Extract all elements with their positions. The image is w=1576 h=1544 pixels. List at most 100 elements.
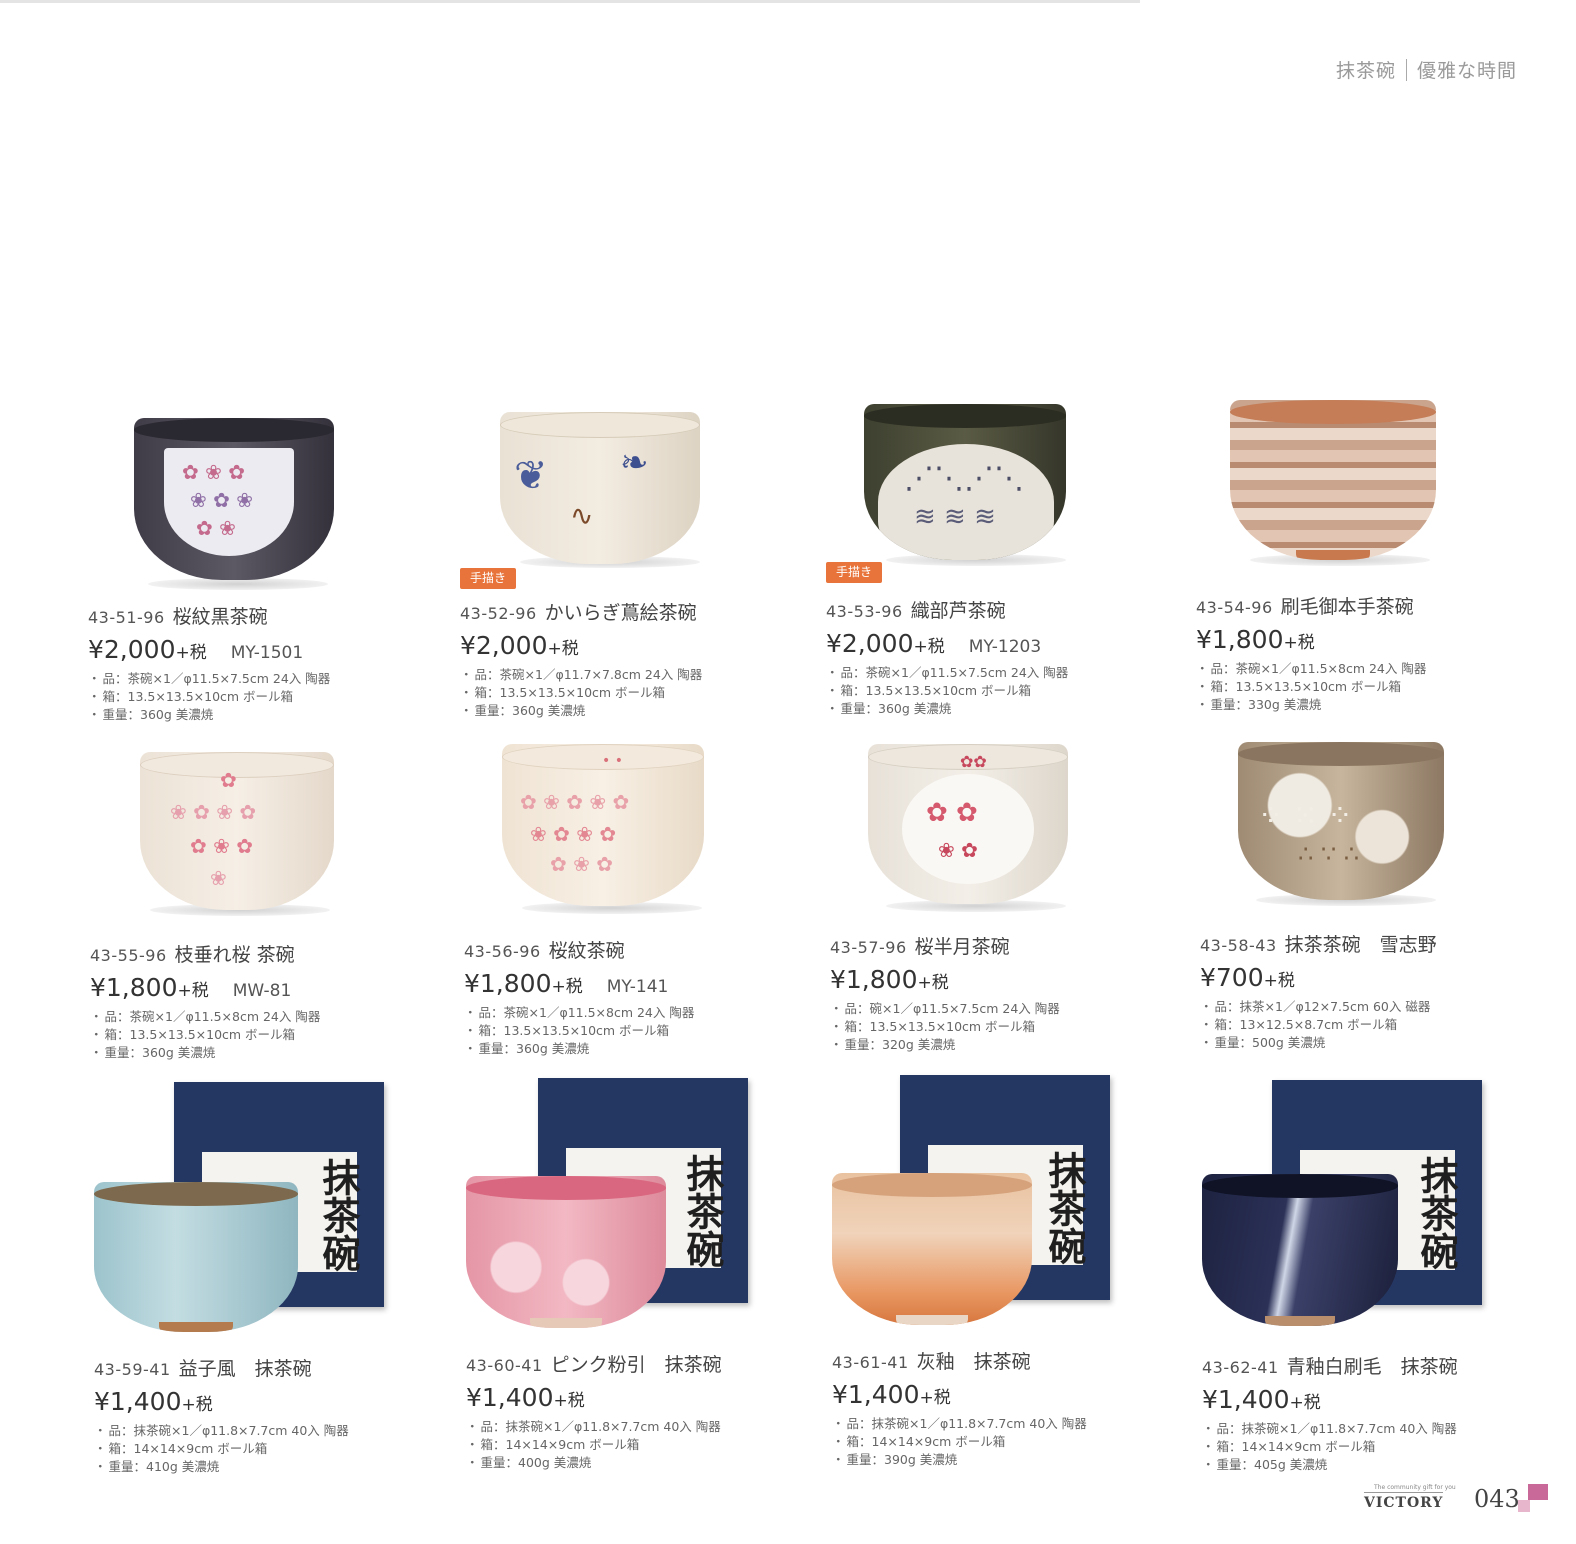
spec-item: 品：茶碗×1／φ11.5×8cm 24入 陶器	[90, 1008, 450, 1026]
spec-list: 品：茶碗×1／φ11.5×8cm 24入 陶器 箱：13.5×13.5×10cm…	[90, 1008, 450, 1062]
product-code: 43-57-96	[830, 938, 907, 957]
spec-item: 箱：14×14×9cm ボール箱	[466, 1436, 826, 1454]
top-rule	[0, 0, 1140, 3]
tax-label: +税	[553, 1391, 585, 1411]
product-card[interactable]: ⋰⋱⋰⋱ ≋ ≋ ≋ 手描き 43-53-96 織部芦茶碗 ¥2,000+税 MY-…	[826, 404, 1186, 718]
spec-item: 箱：13.5×13.5×10cm ボール箱	[830, 1018, 1190, 1036]
handpainted-badge: 手描き	[826, 562, 882, 583]
brand-logo: VICTORY	[1364, 1492, 1444, 1511]
spec-item: 品：抹茶碗×1／φ11.8×7.7cm 40入 陶器	[832, 1415, 1192, 1433]
product-photo: • • ✿ ❀ ✿ ❀ ✿ ❀ ✿ ❀ ✿ ✿ ❀ ✿	[464, 744, 824, 934]
spec-item: 重量：360g 美濃焼	[88, 706, 448, 724]
product-price: ¥1,400	[466, 1383, 554, 1412]
spec-item: 重量：405g 美濃焼	[1202, 1456, 1562, 1474]
product-name: 灰釉 抹茶碗	[916, 1351, 1031, 1373]
product-price: ¥1,400	[832, 1380, 920, 1409]
spec-item: 重量：360g 美濃焼	[826, 700, 1186, 718]
product-card[interactable]: 抹茶碗 43-61-41 灰釉 抹茶碗 ¥1,400+税 品：抹茶碗×1／φ11.…	[832, 1075, 1192, 1469]
product-photo: ⋰⋱⋰⋱ ≋ ≋ ≋ 手描き	[826, 404, 1186, 594]
product-price: ¥1,800	[830, 965, 918, 994]
spec-item: 品：抹茶×1／φ12×7.5cm 60入 磁器	[1200, 998, 1560, 1016]
spec-item: 箱：14×14×9cm ボール箱	[1202, 1438, 1562, 1456]
product-photo: ✿✿ ✿ ✿ ❀ ✿	[830, 740, 1190, 930]
product-card[interactable]: ✿ ❀ ✿ ❀ ✿ ✿ ❀ ✿ ❀ 43-55-96 枝垂れ桜 茶碗 ¥1,800…	[90, 748, 450, 1062]
bowl-image: ✿ ❀ ✿ ❀ ✿ ❀ ✿ ❀	[134, 418, 334, 580]
tax-label: +税	[175, 643, 207, 663]
page-mark-icon	[1518, 1500, 1530, 1512]
product-card[interactable]: 抹茶碗 43-62-41 青釉白刷毛 抹茶碗 ¥1,400+税 品：抹茶碗×1／φ…	[1202, 1080, 1562, 1474]
spec-item: 重量：410g 美濃焼	[94, 1458, 454, 1476]
product-code: 43-62-41	[1202, 1358, 1279, 1377]
spec-list: 品：碗×1／φ11.5×7.5cm 24入 陶器 箱：13.5×13.5×10c…	[830, 1000, 1190, 1054]
product-photo: 抹茶碗	[832, 1075, 1192, 1345]
spec-item: 箱：13.5×13.5×10cm ボール箱	[826, 682, 1186, 700]
page-mark-icon	[1528, 1484, 1548, 1500]
product-name: 刷毛御本手茶碗	[1280, 596, 1414, 618]
product-name: 枝垂れ桜 茶碗	[174, 944, 295, 966]
product-name: かいらぎ蔦絵茶碗	[544, 602, 697, 624]
product-price: ¥1,800	[464, 969, 552, 998]
model-number: MY-1203	[968, 637, 1042, 657]
spec-item: 箱：13.5×13.5×10cm ボール箱	[90, 1026, 450, 1044]
product-card[interactable]: 43-54-96 刷毛御本手茶碗 ¥1,800+税 品：茶碗×1／φ11.5×8c…	[1196, 400, 1556, 714]
bowl-image	[466, 1176, 666, 1328]
spec-item: 重量：330g 美濃焼	[1196, 696, 1556, 714]
product-price: ¥2,000	[88, 635, 176, 664]
product-name: 桜紋黒茶碗	[172, 606, 268, 628]
product-code: 43-61-41	[832, 1353, 909, 1372]
product-card[interactable]: ✿ ❀ ✿ ❀ ✿ ❀ ✿ ❀ 43-51-96 桜紋黒茶碗 ¥2,000+税 MY…	[88, 410, 448, 724]
product-name: 桜半月茶碗	[914, 936, 1010, 958]
product-name: ピンク粉引 抹茶碗	[550, 1354, 722, 1376]
spec-item: 箱：14×14×9cm ボール箱	[94, 1440, 454, 1458]
bowl-image: • • ✿ ❀ ✿ ❀ ✿ ❀ ✿ ❀ ✿ ✿ ❀ ✿	[502, 744, 704, 906]
product-price: ¥700	[1200, 963, 1264, 992]
tax-label: +税	[177, 981, 209, 1001]
product-code: 43-51-96	[88, 608, 165, 627]
spec-list: 品：抹茶碗×1／φ11.8×7.7cm 40入 陶器 箱：14×14×9cm ボ…	[466, 1418, 826, 1472]
product-photo: ✿ ❀ ✿ ❀ ✿ ❀ ✿ ❀	[88, 410, 448, 600]
tax-label: +税	[919, 1388, 951, 1408]
page-number: 043	[1474, 1485, 1520, 1513]
product-card[interactable]: ⁘ ⁙ ⁘ ∴ ∵ ∴ 43-58-43 抹茶茶碗 雪志野 ¥700+税 品：抹茶…	[1200, 738, 1560, 1052]
product-card[interactable]: ✿✿ ✿ ✿ ❀ ✿ 43-57-96 桜半月茶碗 ¥1,800+税 品：碗×1／…	[830, 740, 1190, 1054]
product-card[interactable]: 抹茶碗 43-59-41 益子風 抹茶碗 ¥1,400+税 品：抹茶碗×1／φ11…	[94, 1082, 454, 1476]
product-card[interactable]: • • ✿ ❀ ✿ ❀ ✿ ❀ ✿ ❀ ✿ ✿ ❀ ✿ 43-56-96 桜紋茶碗…	[464, 744, 824, 1058]
product-price: ¥2,000	[460, 631, 548, 660]
spec-item: 品：茶碗×1／φ11.5×8cm 24入 陶器	[464, 1004, 824, 1022]
product-photo: 抹茶碗	[94, 1082, 454, 1352]
product-code: 43-60-41	[466, 1356, 543, 1375]
product-name: 桜紋茶碗	[548, 940, 625, 962]
product-price: ¥2,000	[826, 629, 914, 658]
spec-item: 箱：13.5×13.5×10cm ボール箱	[464, 1022, 824, 1040]
bowl-image	[1202, 1174, 1398, 1326]
spec-list: 品：茶碗×1／φ11.7×7.8cm 24入 陶器 箱：13.5×13.5×10…	[460, 666, 820, 720]
tax-label: +税	[1283, 633, 1315, 653]
spec-list: 品：茶碗×1／φ11.5×7.5cm 24入 陶器 箱：13.5×13.5×10…	[88, 670, 448, 724]
spec-list: 品：茶碗×1／φ11.5×8cm 24入 陶器 箱：13.5×13.5×10cm…	[1196, 660, 1556, 714]
model-number: MW-81	[232, 981, 292, 1001]
product-card[interactable]: ❦ ❧ ∿ 手描き 43-52-96 かいらぎ蔦絵茶碗 ¥2,000+税 品：茶碗…	[460, 406, 820, 720]
spec-list: 品：抹茶碗×1／φ11.8×7.7cm 40入 陶器 箱：14×14×9cm ボ…	[832, 1415, 1192, 1469]
product-photo: ✿ ❀ ✿ ❀ ✿ ✿ ❀ ✿ ❀	[90, 748, 450, 938]
subtitle-label: 優雅な時間	[1417, 60, 1518, 82]
tax-label: +税	[917, 973, 949, 993]
product-photo: 抹茶碗	[466, 1078, 826, 1348]
spec-item: 重量：320g 美濃焼	[830, 1036, 1190, 1054]
product-photo	[1196, 400, 1556, 590]
bowl-image	[832, 1173, 1032, 1325]
spec-item: 重量：360g 美濃焼	[460, 702, 820, 720]
product-photo: 抹茶碗	[1202, 1080, 1562, 1350]
spec-item: 重量：400g 美濃焼	[466, 1454, 826, 1472]
tax-label: +税	[913, 637, 945, 657]
bowl-image: ⁘ ⁙ ⁘ ∴ ∵ ∴	[1238, 742, 1444, 900]
tax-label: +税	[547, 639, 579, 659]
spec-item: 重量：500g 美濃焼	[1200, 1034, 1560, 1052]
product-card[interactable]: 抹茶碗 43-60-41 ピンク粉引 抹茶碗 ¥1,400+税 品：抹茶碗×1／φ…	[466, 1078, 826, 1472]
spec-item: 品：抹茶碗×1／φ11.8×7.7cm 40入 陶器	[466, 1418, 826, 1436]
spec-item: 品：抹茶碗×1／φ11.8×7.7cm 40入 陶器	[1202, 1420, 1562, 1438]
spec-item: 重量：390g 美濃焼	[832, 1451, 1192, 1469]
spec-item: 箱：13.5×13.5×10cm ボール箱	[460, 684, 820, 702]
spec-item: 品：茶碗×1／φ11.5×7.5cm 24入 陶器	[88, 670, 448, 688]
product-price: ¥1,800	[1196, 625, 1284, 654]
product-price: ¥1,400	[1202, 1385, 1290, 1414]
